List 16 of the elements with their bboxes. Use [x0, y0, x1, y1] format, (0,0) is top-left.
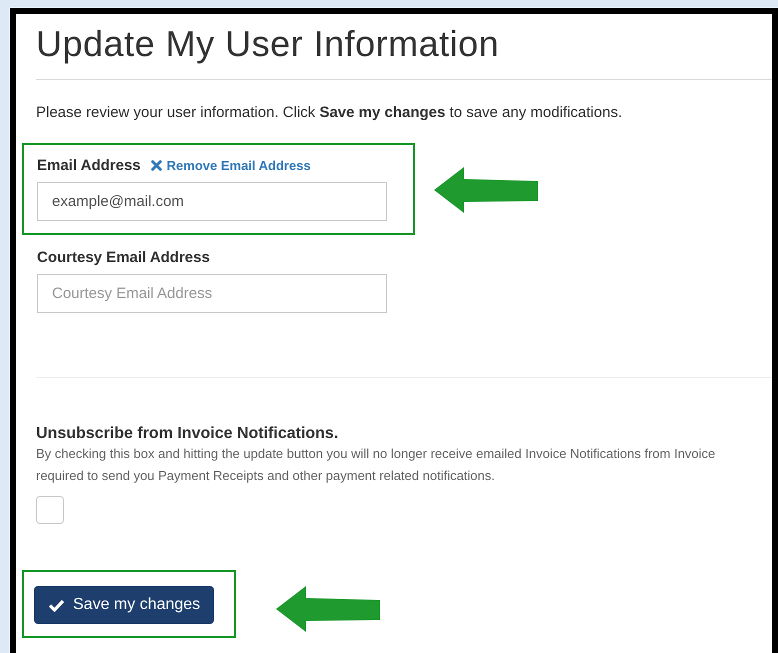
description-text: required to send you Payment Receipts and other payment related notifications. [36, 467, 496, 485]
arrow-icon [274, 584, 382, 634]
field-label: Email Address [37, 156, 141, 174]
arrow-icon [432, 165, 540, 215]
section-label: Unsubscribe from Invoice Notifications. [36, 425, 340, 443]
email-field[interactable]: example@mail.com [37, 182, 387, 221]
remove-email-link[interactable]: Remove Email Address [150, 158, 311, 172]
description-text: By checking this box and hitting the update button you will no longer receive emailed Invoice Notifications from Invoice [36, 445, 716, 463]
unsubscribe-checkbox[interactable] [36, 496, 64, 524]
intro-text: Please review your user information. Click Save my changes to save any modifications. [36, 104, 624, 121]
save-button[interactable]: Save my changes [34, 586, 214, 624]
close-icon [150, 160, 162, 170]
courtesy-email-field[interactable]: Courtesy Email Address [37, 274, 387, 313]
check-icon [48, 598, 65, 612]
field-label: Courtesy Email Address [37, 248, 210, 266]
page-title: Update My User Information [36, 22, 500, 66]
